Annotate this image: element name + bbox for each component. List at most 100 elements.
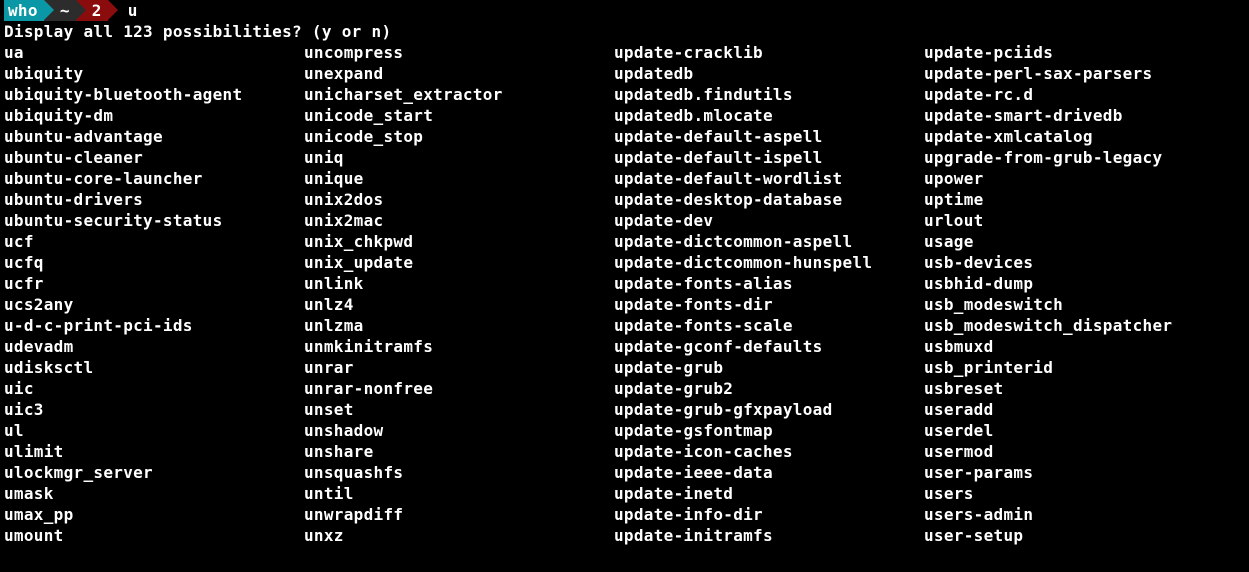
completion-item: update-ieee-data xyxy=(614,462,924,483)
completion-item: userdel xyxy=(924,420,1244,441)
completion-item: unrar-nonfree xyxy=(304,378,614,399)
completion-item: ubiquity-dm xyxy=(4,105,304,126)
completion-item: unlz4 xyxy=(304,294,614,315)
completion-item: uniq xyxy=(304,147,614,168)
completion-item: update-initramfs xyxy=(614,525,924,546)
completion-item: update-icon-caches xyxy=(614,441,924,462)
completion-item: users xyxy=(924,483,1244,504)
completion-item: usb_modeswitch_dispatcher xyxy=(924,315,1244,336)
completion-item: unix_chkpwd xyxy=(304,231,614,252)
completion-item: unmkinitramfs xyxy=(304,336,614,357)
completion-item: update-xmlcatalog xyxy=(924,126,1244,147)
completion-item: ucfq xyxy=(4,252,304,273)
completion-item: unrar xyxy=(304,357,614,378)
completion-item: unix2mac xyxy=(304,210,614,231)
completion-item: ubiquity xyxy=(4,63,304,84)
completion-item: ubuntu-drivers xyxy=(4,189,304,210)
completion-item: ubuntu-core-launcher xyxy=(4,168,304,189)
completion-item: udevadm xyxy=(4,336,304,357)
completion-item: udisksctl xyxy=(4,357,304,378)
completion-item: unwrapdiff xyxy=(304,504,614,525)
completion-item: update-desktop-database xyxy=(614,189,924,210)
possibilities-prompt: Display all 123 possibilities? (y or n) xyxy=(4,21,1245,42)
completion-item: uncompress xyxy=(304,42,614,63)
completion-item: unlzma xyxy=(304,315,614,336)
completion-item: ubuntu-advantage xyxy=(4,126,304,147)
completion-item: update-grub-gfxpayload xyxy=(614,399,924,420)
completion-item: update-gsfontmap xyxy=(614,420,924,441)
completion-item: upower xyxy=(924,168,1244,189)
completion-item: update-dev xyxy=(614,210,924,231)
completion-item: ucf xyxy=(4,231,304,252)
completion-item: unshare xyxy=(304,441,614,462)
completion-item: update-default-aspell xyxy=(614,126,924,147)
completion-item: update-grub xyxy=(614,357,924,378)
completion-item: updatedb xyxy=(614,63,924,84)
completion-item: unshadow xyxy=(304,420,614,441)
completion-item: update-perl-sax-parsers xyxy=(924,63,1244,84)
completion-item: uic xyxy=(4,378,304,399)
completion-item: user-params xyxy=(924,462,1244,483)
completion-item: update-rc.d xyxy=(924,84,1244,105)
completion-item: uic3 xyxy=(4,399,304,420)
completion-item: update-gconf-defaults xyxy=(614,336,924,357)
completion-item: update-cracklib xyxy=(614,42,924,63)
completion-item: umount xyxy=(4,525,304,546)
chevron-right-icon xyxy=(76,0,86,20)
completion-item: urlout xyxy=(924,210,1244,231)
completion-item: ul xyxy=(4,420,304,441)
completion-item: u-d-c-print-pci-ids xyxy=(4,315,304,336)
completion-item: update-dictcommon-aspell xyxy=(614,231,924,252)
completion-item: usb_printerid xyxy=(924,357,1244,378)
prompt-path: ~ xyxy=(60,0,70,21)
completion-item: usbreset xyxy=(924,378,1244,399)
completion-item: unicode_stop xyxy=(304,126,614,147)
completion-item: umax_pp xyxy=(4,504,304,525)
completion-item: update-default-ispell xyxy=(614,147,924,168)
completion-item: ua xyxy=(4,42,304,63)
completion-item: unlink xyxy=(304,273,614,294)
completion-item: unxz xyxy=(304,525,614,546)
completion-item: usage xyxy=(924,231,1244,252)
prompt-user: who xyxy=(8,0,38,21)
chevron-right-icon xyxy=(44,0,54,20)
completion-item: update-dictcommon-hunspell xyxy=(614,252,924,273)
completion-item: ucfr xyxy=(4,273,304,294)
completion-item: user-setup xyxy=(924,525,1244,546)
completion-item: ulimit xyxy=(4,441,304,462)
completion-column: uaubiquityubiquity-bluetooth-agentubiqui… xyxy=(4,42,304,546)
completion-item: unset xyxy=(304,399,614,420)
completion-item: unicharset_extractor xyxy=(304,84,614,105)
completion-item: useradd xyxy=(924,399,1244,420)
completion-item: usermod xyxy=(924,441,1244,462)
completion-item: update-fonts-dir xyxy=(614,294,924,315)
completion-column: update-pciidsupdate-perl-sax-parsersupda… xyxy=(924,42,1244,546)
completion-item: updatedb.findutils xyxy=(614,84,924,105)
prompt-line: who ~ 2 u xyxy=(4,0,1245,21)
completion-item: usbmuxd xyxy=(924,336,1244,357)
completion-item: unique xyxy=(304,168,614,189)
completion-item: ubiquity-bluetooth-agent xyxy=(4,84,304,105)
completion-item: unexpand xyxy=(304,63,614,84)
completion-item: usb-devices xyxy=(924,252,1244,273)
completion-item: ubuntu-cleaner xyxy=(4,147,304,168)
completion-item: update-pciids xyxy=(924,42,1244,63)
completion-column: uncompressunexpandunicharset_extractorun… xyxy=(304,42,614,546)
completion-item: usbhid-dump xyxy=(924,273,1244,294)
completion-item: update-fonts-scale xyxy=(614,315,924,336)
completion-columns: uaubiquityubiquity-bluetooth-agentubiqui… xyxy=(4,42,1245,546)
completion-item: updatedb.mlocate xyxy=(614,105,924,126)
completion-item: unsquashfs xyxy=(304,462,614,483)
completion-item: ubuntu-security-status xyxy=(4,210,304,231)
prompt-user-segment: who xyxy=(4,0,44,21)
completion-item: update-info-dir xyxy=(614,504,924,525)
completion-item: update-fonts-alias xyxy=(614,273,924,294)
terminal[interactable]: who ~ 2 u Display all 123 possibilities?… xyxy=(0,0,1249,546)
completion-item: update-grub2 xyxy=(614,378,924,399)
completion-column: update-cracklibupdatedbupdatedb.findutil… xyxy=(614,42,924,546)
completion-item: ucs2any xyxy=(4,294,304,315)
completion-item: upgrade-from-grub-legacy xyxy=(924,147,1244,168)
completion-item: uptime xyxy=(924,189,1244,210)
completion-item: unix_update xyxy=(304,252,614,273)
completion-item: update-default-wordlist xyxy=(614,168,924,189)
